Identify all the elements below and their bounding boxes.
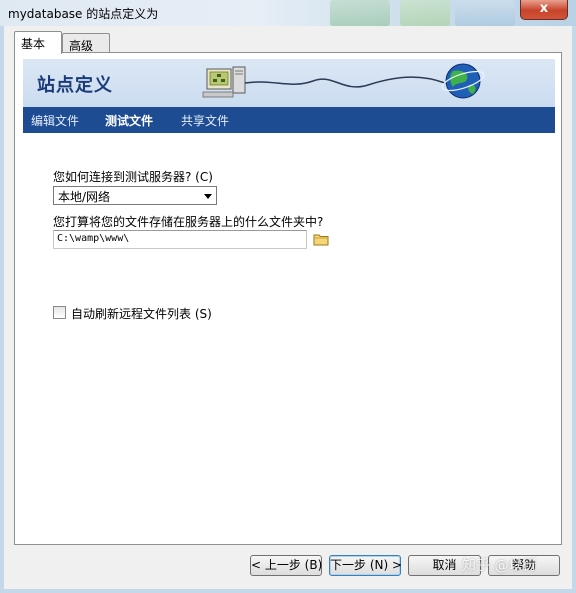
connection-type-select[interactable]: 本地/网络 (53, 186, 217, 205)
window-title: mydatabase 的站点定义为 (8, 7, 159, 21)
title-bar: mydatabase 的站点定义为 x (0, 0, 576, 26)
connect-question-label: 您如何连接到测试服务器? (C) (53, 170, 213, 184)
globe-icon (441, 63, 485, 99)
auto-refresh-label: 自动刷新远程文件列表 (S) (71, 307, 212, 321)
nav-test-files[interactable]: 测试文件 (105, 112, 153, 129)
tab-panel: 站点定义 编辑文件 测试文件 共享文件 您如何连接到测试服务器? (C) 本地/… (14, 52, 562, 545)
background-blur (455, 0, 515, 26)
folder-question-label: 您打算将您的文件存储在服务器上的什么文件夹中? (53, 215, 324, 229)
watermark: 知乎 @以衍 (462, 558, 537, 574)
background-blur (400, 0, 450, 26)
folder-icon[interactable] (313, 233, 329, 246)
network-cable (244, 76, 446, 88)
connection-type-value: 本地/网络 (58, 190, 111, 204)
auto-refresh-checkbox[interactable] (53, 306, 66, 319)
server-folder-input[interactable]: C:\wamp\www\ (53, 230, 307, 249)
nav-share-files[interactable]: 共享文件 (181, 112, 229, 129)
section-nav: 编辑文件 测试文件 共享文件 (23, 107, 555, 133)
background-blur (330, 0, 390, 26)
next-button[interactable]: 下一步 (N) > (329, 555, 402, 576)
back-button[interactable]: < 上一步 (B) (250, 555, 322, 576)
dropdown-arrow-icon (204, 194, 212, 199)
close-button[interactable]: x (520, 0, 568, 20)
tab-basic[interactable]: 基本 (14, 31, 62, 54)
tab-advanced[interactable]: 高级 (62, 33, 110, 53)
server-network-icon (202, 66, 246, 98)
close-icon: x (539, 1, 549, 16)
banner-graphic (202, 63, 485, 99)
dialog-window: 基本 高级 站点定义 编辑文件 测试文件 共享文件 您如何连接到测试服务器? (… (0, 26, 576, 593)
nav-edit-files[interactable]: 编辑文件 (31, 112, 79, 129)
header-banner: 站点定义 (23, 59, 555, 107)
